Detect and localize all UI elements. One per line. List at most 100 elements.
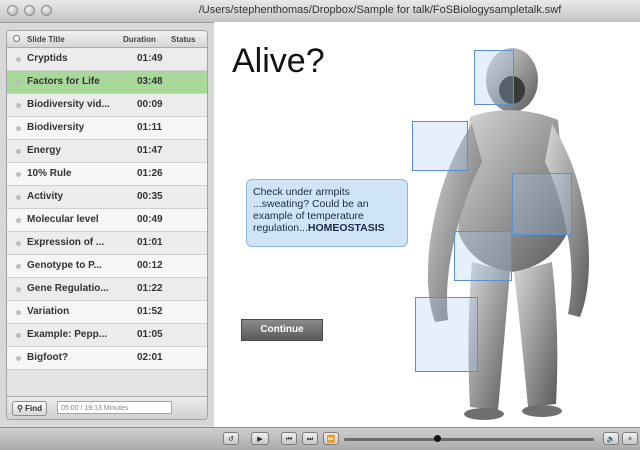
status-dot-icon: [16, 310, 21, 315]
slide-list-item[interactable]: Bigfoot? 02:01: [7, 347, 207, 370]
slide-stage: Alive? Check under armpits ...sweating? …: [214, 22, 640, 427]
find-button[interactable]: ⚲ Find: [12, 401, 47, 416]
slide-list-item[interactable]: Activity 00:35: [7, 186, 207, 209]
slide-item-duration: 00:35: [137, 191, 163, 202]
next-button[interactable]: ⏭: [302, 432, 318, 445]
search-icon: ⚲: [17, 404, 23, 413]
slide-item-duration: 01:22: [137, 283, 163, 294]
slide-item-duration: 01:01: [137, 237, 163, 248]
hotspot-right-arm[interactable]: [512, 173, 572, 235]
fast-forward-icon: ⏩: [326, 436, 336, 443]
slide-list-header: Slide Title Duration Status: [7, 31, 207, 48]
status-dot-icon: [16, 126, 21, 131]
slide-item-duration: 00:09: [137, 99, 163, 110]
status-dot-icon: [16, 149, 21, 154]
slide-list-item[interactable]: Gene Regulatio... 01:22: [7, 278, 207, 301]
window-controls: [7, 5, 52, 16]
column-status[interactable]: Status: [171, 35, 195, 44]
slide-item-duration: 01:52: [137, 306, 163, 317]
slide-item-title: Genotype to P...: [27, 260, 102, 271]
slide-item-duration: 00:12: [137, 260, 163, 271]
fast-forward-button[interactable]: ⏩: [323, 432, 339, 445]
slide-item-title: Factors for Life: [27, 76, 100, 87]
slide-item-duration: 01:47: [137, 145, 163, 156]
slide-list-item[interactable]: 10% Rule 01:26: [7, 163, 207, 186]
slide-item-duration: 01:49: [137, 53, 163, 64]
hotspot-abdomen[interactable]: [454, 231, 512, 281]
slide-item-duration: 00:49: [137, 214, 163, 225]
slide-item-title: Biodiversity: [27, 122, 85, 133]
slide-item-duration: 01:11: [137, 122, 163, 133]
slide-item-title: Molecular level: [27, 214, 99, 225]
seek-handle[interactable]: [433, 435, 441, 442]
hotspot-head[interactable]: [474, 50, 514, 105]
find-field[interactable]: 05:00 / 19:13 Minutes: [57, 401, 172, 414]
slide-list-item[interactable]: Biodiversity vid... 00:09: [7, 94, 207, 117]
close-icon: ×: [627, 436, 633, 443]
window-titlebar: /Users/stephenthomas/Dropbox/Sample for …: [0, 0, 640, 23]
slide-item-title: Example: Pepp...: [27, 329, 108, 340]
previous-icon: ⏮: [285, 436, 293, 443]
slide-item-title: Variation: [27, 306, 70, 317]
continue-button[interactable]: Continue: [241, 319, 323, 341]
slide-list-item[interactable]: Variation 01:52: [7, 301, 207, 324]
callout-box: Check under armpits ...sweating? Could b…: [246, 179, 408, 247]
volume-icon: 🔈: [606, 436, 616, 443]
close-button[interactable]: ×: [622, 432, 638, 445]
slide-item-duration: 02:01: [137, 352, 163, 363]
slide-list-item[interactable]: Biodiversity 01:11: [7, 117, 207, 140]
slide-item-title: Biodiversity vid...: [27, 99, 110, 110]
slide-list-item[interactable]: Expression of ... 01:01: [7, 232, 207, 255]
slide-item-duration: 03:48: [137, 76, 163, 87]
slide-item-title: Energy: [27, 145, 61, 156]
status-dot-icon: [16, 356, 21, 361]
rewind-icon: ↺: [228, 436, 234, 443]
status-dot-icon: [16, 172, 21, 177]
status-dot-icon: [16, 57, 21, 62]
hotspot-leg[interactable]: [415, 297, 478, 372]
status-dot-icon: [16, 103, 21, 108]
slide-list: Cryptids 01:49 Factors for Life 03:48 Biodiv…: [7, 48, 207, 370]
slide-item-title: Activity: [27, 191, 64, 202]
status-dot-icon: [16, 264, 21, 269]
rewind-button[interactable]: ↺: [223, 432, 239, 445]
slide-item-duration: 01:26: [137, 168, 163, 179]
slide-item-title: Gene Regulatio...: [27, 283, 109, 294]
volume-button[interactable]: 🔈: [603, 432, 619, 445]
play-button[interactable]: ▶: [251, 432, 269, 445]
status-dot-icon: [16, 218, 21, 223]
minimize-window-button[interactable]: [24, 5, 35, 16]
slide-item-title: Bigfoot?: [27, 352, 69, 363]
find-button-label: Find: [25, 404, 42, 413]
status-dot-icon: [16, 80, 21, 85]
playback-controls: ↺ ▶ ⏮ ⏭ ⏩ 🔈 ×: [0, 427, 640, 450]
zoom-window-button[interactable]: [41, 5, 52, 16]
slide-list-item[interactable]: Energy 01:47: [7, 140, 207, 163]
slide-list-item[interactable]: Cryptids 01:49: [7, 48, 207, 71]
status-dot-icon: [16, 287, 21, 292]
next-icon: ⏭: [306, 436, 314, 443]
slide-list-item[interactable]: Genotype to P... 00:12: [7, 255, 207, 278]
slide-item-title: Expression of ...: [27, 237, 105, 248]
seek-bar[interactable]: [344, 435, 594, 442]
callout-emphasis: HOMEOSTASIS: [307, 222, 385, 234]
previous-button[interactable]: ⏮: [281, 432, 297, 445]
find-bar: ⚲ Find 05:00 / 19:13 Minutes: [7, 396, 207, 419]
status-dot-icon: [16, 333, 21, 338]
hotspot-armpit[interactable]: [412, 121, 468, 171]
window-title: /Users/stephenthomas/Dropbox/Sample for …: [198, 4, 562, 16]
slide-list-panel: Slide Title Duration Status Cryptids 01:4…: [6, 30, 208, 420]
slide-title: Alive?: [232, 42, 325, 80]
column-duration[interactable]: Duration: [123, 35, 156, 44]
slide-item-duration: 01:05: [137, 329, 163, 340]
slide-list-item[interactable]: Factors for Life 03:48: [7, 71, 207, 94]
header-status-icon: [13, 35, 20, 42]
status-dot-icon: [16, 195, 21, 200]
play-icon: ▶: [257, 436, 263, 443]
status-dot-icon: [16, 241, 21, 246]
column-title[interactable]: Slide Title: [27, 35, 65, 44]
slide-list-item[interactable]: Molecular level 00:49: [7, 209, 207, 232]
close-window-button[interactable]: [7, 5, 18, 16]
slide-list-item[interactable]: Example: Pepp... 01:05: [7, 324, 207, 347]
slide-item-title: Cryptids: [27, 53, 68, 64]
